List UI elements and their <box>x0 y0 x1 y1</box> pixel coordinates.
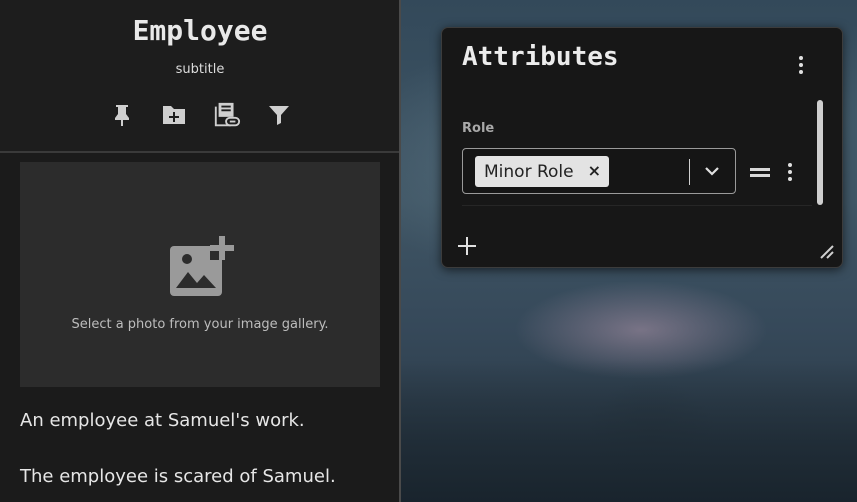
chip-label: Minor Role <box>484 161 574 182</box>
filter-icon[interactable] <box>265 101 293 129</box>
sheet-toolbar <box>108 100 293 130</box>
role-select[interactable]: Minor Role × <box>462 148 736 194</box>
drag-handle-icon[interactable] <box>750 168 772 177</box>
field-menu-icon[interactable] <box>782 159 798 185</box>
attributes-title: Attributes <box>462 42 619 72</box>
pin-icon[interactable] <box>108 101 136 129</box>
select-separator <box>689 159 690 185</box>
sheet-header: Employee subtitle <box>0 0 399 153</box>
add-attribute-icon[interactable] <box>456 235 478 257</box>
role-label: Role <box>462 121 495 136</box>
folder-add-icon[interactable] <box>160 101 188 129</box>
photo-prompt: Select a photo from your image gallery. <box>71 317 329 332</box>
scrollbar-thumb[interactable] <box>817 100 823 205</box>
attributes-window: Attributes Role Minor Role × <box>441 27 843 268</box>
selected-chip: Minor Role × <box>475 156 609 187</box>
photo-placeholder[interactable]: Select a photo from your image gallery. <box>20 162 380 387</box>
field-divider <box>462 205 812 206</box>
resize-handle-icon[interactable] <box>815 240 835 260</box>
sheet-subtitle[interactable]: subtitle <box>0 62 399 77</box>
attributes-menu-icon[interactable] <box>793 52 809 78</box>
library-link-icon[interactable] <box>213 101 241 129</box>
add-photo-icon <box>170 234 236 296</box>
description-line-1: An employee at Samuel's work. <box>20 410 305 431</box>
background-mist <box>401 360 857 502</box>
description-line-2: The employee is scared of Samuel. <box>20 466 336 487</box>
remove-chip-icon[interactable]: × <box>588 161 601 180</box>
chevron-down-icon[interactable] <box>703 162 721 180</box>
sheet-title: Employee <box>132 14 268 47</box>
item-sheet: Employee subtitle Select a photo from yo… <box>0 0 401 502</box>
